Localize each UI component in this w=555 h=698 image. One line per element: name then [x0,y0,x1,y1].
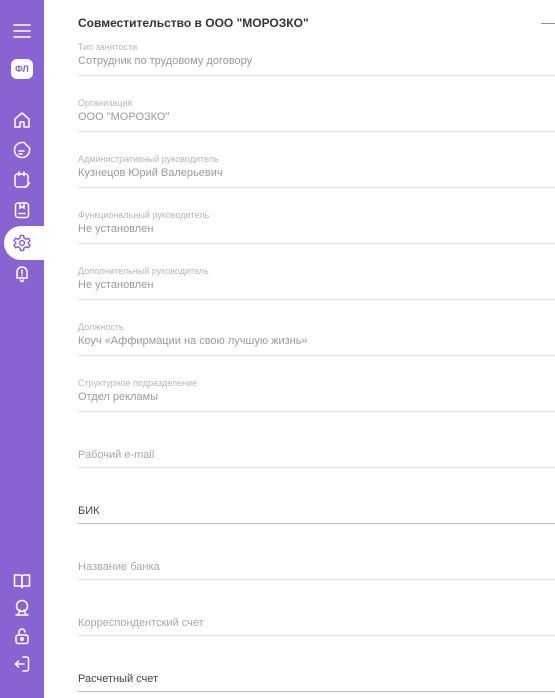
bank-name-input[interactable]: Название банка [78,561,160,573]
correspondent-account-input[interactable]: Корреспондентский счет [78,617,204,629]
work-email-input[interactable]: Рабочий e-mail [78,449,154,461]
field-value: Сотрудник по трудовому договору [78,55,253,67]
field-value: Отдел рекламы [78,391,159,403]
section-title: Совместительство в ООО "МОРОЗКО" [78,16,309,30]
field-divider [78,75,555,76]
bell-icon[interactable] [0,258,44,288]
unlock-icon[interactable] [0,621,44,651]
calendar-edit-icon[interactable] [0,165,44,195]
field-value: Кузнецов Юрий Валерьевич [78,167,223,179]
gear-icon[interactable] [0,228,44,258]
collapse-icon[interactable]: — [541,14,555,30]
employment-details-panel: Совместительство в ООО "МОРОЗКО" — Тип з… [78,0,555,698]
input-underline [78,635,555,636]
presentation-icon[interactable] [0,593,44,623]
input-underline [78,523,555,524]
book-icon[interactable] [0,566,44,596]
field-value: Коуч «Аффирмации на свою лучшую жизнь» [78,335,308,347]
field-divider [78,131,555,132]
field-label: Организация [78,98,133,108]
field-divider [78,355,555,356]
field-label: Административный руководитель [78,154,219,164]
field-label: Должность [78,322,124,332]
logout-icon[interactable] [0,649,44,679]
field-value: ООО "МОРОЗКО" [78,111,170,123]
field-label: Тип занятости [78,42,138,52]
bik-input[interactable]: БИК [78,505,100,517]
field-divider [78,299,555,300]
input-underline [78,467,555,468]
home-icon[interactable] [0,105,44,135]
field-value: Не установлен [78,279,154,291]
input-underline [78,579,555,580]
field-label: Дополнительный руководитель [78,266,209,276]
input-underline [78,691,555,692]
sidebar: ФЛ [0,0,44,698]
settlement-account-input[interactable]: Расчетный счет [78,673,158,685]
field-divider [78,187,555,188]
field-label: Структурное подразделение [78,378,198,388]
field-label: Функциональный руководитель [78,210,210,220]
field-divider [78,411,555,412]
clipboard-icon[interactable] [0,195,44,225]
menu-icon[interactable] [0,16,44,46]
field-value: Не установлен [78,223,154,235]
field-divider [78,243,555,244]
document-icon[interactable] [0,135,44,165]
user-type-badge[interactable]: ФЛ [11,59,33,79]
